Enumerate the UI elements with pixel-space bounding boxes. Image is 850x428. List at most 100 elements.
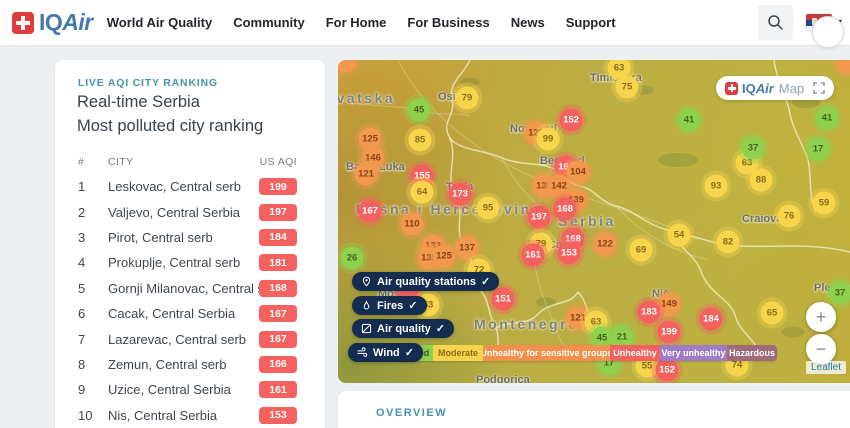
- fire-icon: [361, 300, 372, 311]
- table-row[interactable]: 8 Zemun, Central serb 166: [78, 352, 297, 377]
- row-city: Nis, Central Serbia: [108, 407, 218, 423]
- map-toggle-fires[interactable]: Fires ✓: [352, 296, 427, 315]
- ranking-title: Real-time Serbia Most polluted city ranki…: [77, 93, 264, 135]
- fullscreen-button[interactable]: [808, 82, 825, 94]
- table-row[interactable]: 3 Pirot, Central serb 184: [78, 225, 297, 250]
- aqi-marker[interactable]: 137: [455, 236, 479, 260]
- aqi-badge: 167: [259, 330, 297, 348]
- aqi-marker[interactable]: 153: [557, 241, 581, 265]
- nav-item-for-business[interactable]: For Business: [407, 15, 489, 30]
- table-row[interactable]: 2 Valjevo, Central Serbia 197: [78, 199, 297, 224]
- map-brand-pill[interactable]: IQAir Map: [716, 76, 835, 100]
- aqi-marker[interactable]: 197: [527, 205, 551, 229]
- aqi-badge: 166: [259, 355, 297, 373]
- aqi-marker[interactable]: 151: [491, 287, 515, 311]
- aqi-legend: GoodModerateUnhealthy for sensitive grou…: [402, 345, 777, 361]
- aqi-marker[interactable]: 85: [408, 128, 432, 152]
- toggle-label: Air quality stations: [377, 275, 477, 288]
- table-row[interactable]: 7 Lazarevac, Central serb 167: [78, 326, 297, 351]
- zoom-out-button[interactable]: −: [806, 334, 836, 364]
- aqi-marker[interactable]: 45: [407, 98, 431, 122]
- row-city: Gornji Milanovac, Central serb: [108, 280, 259, 296]
- floating-button-partial[interactable]: [812, 16, 844, 48]
- aqi-marker[interactable]: 65: [760, 301, 784, 325]
- aqi-marker[interactable]: 125: [432, 244, 456, 268]
- search-button[interactable]: [757, 5, 793, 40]
- aqi-marker[interactable]: 184: [699, 307, 723, 331]
- row-rank: 8: [78, 356, 86, 372]
- table-row[interactable]: 6 Cacak, Central Serbia 167: [78, 301, 297, 326]
- aqi-marker[interactable]: 59: [812, 191, 836, 215]
- legend-very-unhealthy: Very unhealthy: [660, 345, 727, 361]
- aqi-marker[interactable]: 183: [637, 300, 661, 324]
- aqi-marker[interactable]: 199: [657, 320, 681, 344]
- aqi-marker[interactable]: 95: [476, 196, 500, 220]
- aqi-marker[interactable]: 93: [704, 174, 728, 198]
- aqi-marker[interactable]: 161: [521, 243, 545, 267]
- aqi-marker[interactable]: 99: [536, 127, 560, 151]
- aqi-marker[interactable]: 79: [455, 86, 479, 110]
- aqi-marker[interactable]: 149: [657, 292, 681, 316]
- row-rank: 9: [78, 382, 86, 398]
- aqi-marker[interactable]: 104: [566, 160, 590, 184]
- row-rank: 3: [78, 229, 86, 245]
- aqi-marker[interactable]: 41: [815, 106, 839, 130]
- aqi-marker[interactable]: 17: [806, 137, 830, 161]
- row-rank: 10: [78, 407, 93, 423]
- aqi-marker[interactable]: 26: [340, 246, 364, 270]
- check-icon: ✓: [408, 300, 418, 312]
- aqi-marker[interactable]: 69: [629, 238, 653, 262]
- check-icon: ✓: [435, 323, 446, 335]
- iqair-logo-icon: [725, 81, 738, 95]
- aqi-badge: 168: [259, 279, 297, 297]
- ranking-rows: 1 Leskovac, Central serb 199 2 Valjevo, Cent…: [78, 174, 297, 428]
- row-rank: 4: [78, 255, 86, 271]
- nav-item-news[interactable]: News: [511, 15, 545, 30]
- map-brand-map-label: Map: [778, 80, 805, 96]
- aqi-badge: 167: [259, 305, 297, 323]
- city-column-header: CITY: [108, 156, 134, 168]
- aqi-marker[interactable]: 37: [828, 281, 850, 305]
- aqi-marker[interactable]: 75: [615, 75, 639, 99]
- aqi-badge: 197: [259, 203, 297, 221]
- table-row[interactable]: 10 Nis, Central Serbia 153: [78, 403, 297, 428]
- aqi-marker[interactable]: 121: [354, 162, 378, 186]
- map-toggle-air-quality[interactable]: Air quality ✓: [352, 319, 455, 338]
- nav-item-community[interactable]: Community: [233, 15, 305, 30]
- leaflet-attribution[interactable]: Leaflet: [805, 361, 846, 374]
- aqi-marker[interactable]: 152: [559, 108, 583, 132]
- aqi-marker[interactable]: 41: [677, 108, 701, 132]
- zoom-in-button[interactable]: +: [806, 302, 836, 332]
- live-ranking-eyebrow: LIVE AQI CITY RANKING: [78, 77, 218, 89]
- aqi-marker[interactable]: 54: [667, 223, 691, 247]
- map-toggle-wind[interactable]: Wind ✓: [348, 343, 423, 362]
- table-row[interactable]: 1 Leskovac, Central serb 199: [78, 174, 297, 199]
- map-panel[interactable]: HrvatskaOsijekTimișoaraNovi SadBanja Luk…: [338, 60, 850, 383]
- iqair-logo[interactable]: IQAir: [12, 9, 93, 36]
- table-row[interactable]: 5 Gornji Milanovac, Central serb168: [78, 276, 297, 301]
- row-rank: 1: [78, 179, 86, 195]
- aqi-marker[interactable]: 152: [655, 358, 679, 382]
- aqi-marker[interactable]: 173: [448, 182, 472, 206]
- location-pin-icon: [361, 276, 372, 287]
- aqi-marker[interactable]: 76: [777, 204, 801, 228]
- nav-item-world-air-quality[interactable]: World Air Quality: [107, 15, 212, 30]
- aqi-marker[interactable]: 82: [716, 230, 740, 254]
- aqi-marker[interactable]: 110: [400, 212, 424, 236]
- legend-moderate: Moderate: [433, 345, 483, 361]
- leaflet-link[interactable]: Leaflet: [811, 362, 841, 373]
- row-city: Prokuplje, Central serb: [108, 255, 241, 271]
- map-toggle-air-quality-stations[interactable]: Air quality stations ✓: [352, 272, 500, 291]
- nav-item-for-home[interactable]: For Home: [326, 15, 387, 30]
- row-city: Zemun, Central serb: [108, 356, 227, 372]
- nav-item-support[interactable]: Support: [566, 15, 616, 30]
- aqi-marker[interactable]: 122: [593, 232, 617, 256]
- table-row[interactable]: 4 Prokuplje, Central serb 181: [78, 250, 297, 275]
- aqi-badge: 181: [259, 254, 297, 272]
- legend-hazardous: Hazardous: [727, 345, 777, 361]
- aqi-marker[interactable]: 37: [741, 136, 765, 160]
- aqi-marker[interactable]: 168: [553, 197, 577, 221]
- aqi-marker[interactable]: 167: [358, 199, 382, 223]
- table-row[interactable]: 9 Uzice, Central Serbia 161: [78, 377, 297, 402]
- aqi-marker[interactable]: 64: [410, 180, 434, 204]
